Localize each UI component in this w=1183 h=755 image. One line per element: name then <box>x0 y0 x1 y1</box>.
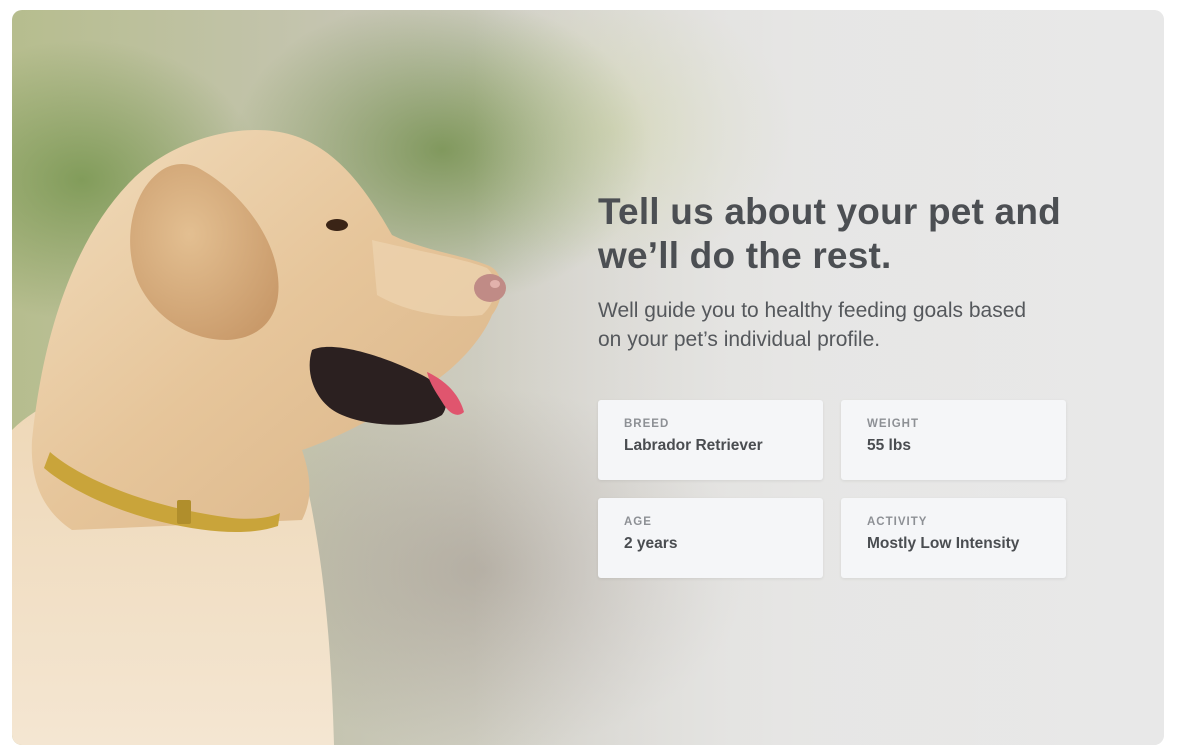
activity-label: ACTIVITY <box>867 516 928 528</box>
headline-line-1: Tell us about your pet and <box>598 191 1061 232</box>
headline-line-2: we’ll do the rest. <box>598 235 892 276</box>
breed-label: BREED <box>624 418 670 430</box>
activity-value: Mostly Low Intensity <box>867 535 1020 552</box>
pet-profile-cards: BREED Labrador Retriever WEIGHT 55 lbs A… <box>598 400 1098 578</box>
subhead-line-1: Well guide you to healthy feeding goals … <box>598 299 1027 322</box>
weight-card[interactable]: WEIGHT 55 lbs <box>841 400 1066 480</box>
breed-value: Labrador Retriever <box>624 437 763 454</box>
activity-card[interactable]: ACTIVITY Mostly Low Intensity <box>841 498 1066 578</box>
age-value: 2 years <box>624 535 678 552</box>
hero-subheading: Well guide you to healthy feeding goals … <box>598 296 1098 354</box>
age-card[interactable]: AGE 2 years <box>598 498 823 578</box>
hero-content: Tell us about your pet and we’ll do the … <box>598 190 1098 578</box>
weight-label: WEIGHT <box>867 418 919 430</box>
breed-card[interactable]: BREED Labrador Retriever <box>598 400 823 480</box>
hero-headline: Tell us about your pet and we’ll do the … <box>598 190 1098 278</box>
weight-value: 55 lbs <box>867 437 911 454</box>
age-label: AGE <box>624 516 652 528</box>
dog-photo <box>12 130 506 745</box>
subhead-line-2: on your pet’s individual profile. <box>598 328 881 351</box>
hero-section: Tell us about your pet and we’ll do the … <box>12 10 1164 745</box>
